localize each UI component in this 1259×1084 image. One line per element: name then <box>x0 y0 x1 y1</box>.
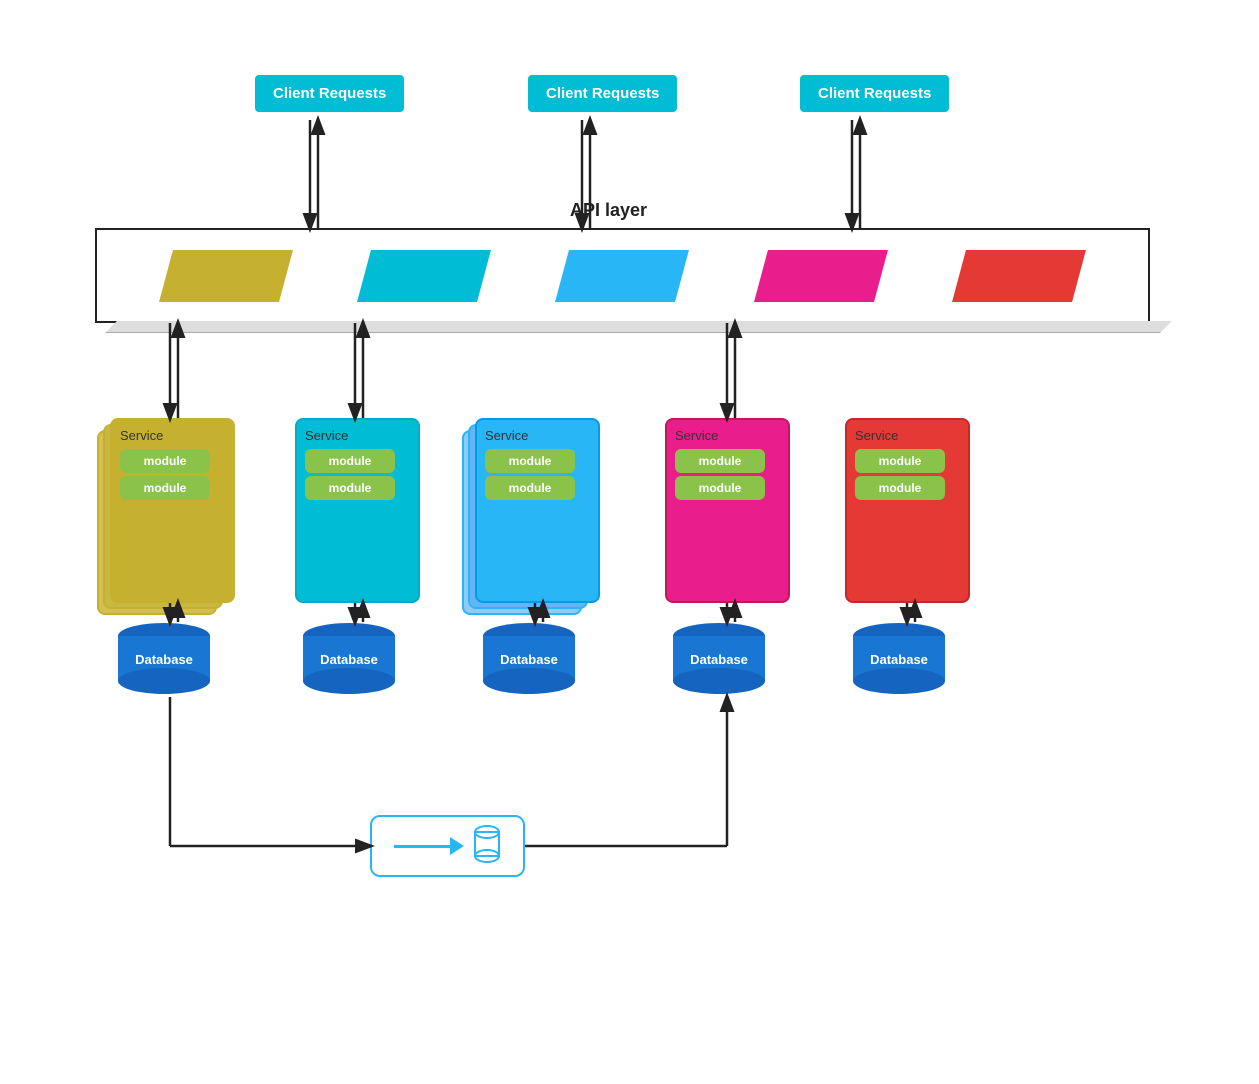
api-shape-3 <box>556 250 690 302</box>
database-3: Database <box>477 622 582 702</box>
database-4: Database <box>667 622 772 702</box>
api-layer <box>95 228 1150 323</box>
module-5a: module <box>855 449 945 473</box>
module-4b: module <box>675 476 765 500</box>
module-3b: module <box>485 476 575 500</box>
api-shape-4 <box>754 250 888 302</box>
message-arrow <box>394 835 464 857</box>
message-bus <box>370 815 525 877</box>
service-card-1: Service module module <box>110 418 235 603</box>
service-card-2: Service module module <box>295 418 420 603</box>
service-label-5: Service <box>855 428 960 443</box>
client-request-1: Client Requests <box>255 75 404 112</box>
service-card-4: Service module module <box>665 418 790 603</box>
client-request-2: Client Requests <box>528 75 677 112</box>
service-label-1: Service <box>120 428 225 443</box>
api-shape-5 <box>952 250 1086 302</box>
service-label-2: Service <box>305 428 410 443</box>
module-5b: module <box>855 476 945 500</box>
module-2a: module <box>305 449 395 473</box>
arrow-head <box>450 837 464 855</box>
arrow-line <box>394 845 450 848</box>
module-1b: module <box>120 476 210 500</box>
api-layer-label: API layer <box>570 200 647 221</box>
database-5: Database <box>847 622 952 702</box>
module-3a: module <box>485 449 575 473</box>
service-card-5: Service module module <box>845 418 970 603</box>
svg-text:Database: Database <box>870 652 928 667</box>
service-card-3: Service module module <box>475 418 600 603</box>
module-1a: module <box>120 449 210 473</box>
diagram-container: Client Requests Client Requests Client R… <box>0 0 1259 1084</box>
svg-text:Database: Database <box>690 652 748 667</box>
service-label-3: Service <box>485 428 590 443</box>
api-shape-1 <box>159 250 293 302</box>
svg-text:Database: Database <box>135 652 193 667</box>
module-2b: module <box>305 476 395 500</box>
svg-text:Database: Database <box>500 652 558 667</box>
svg-text:Database: Database <box>320 652 378 667</box>
client-request-3: Client Requests <box>800 75 949 112</box>
module-4a: module <box>675 449 765 473</box>
service-label-4: Service <box>675 428 780 443</box>
bus-cylinder <box>472 824 502 869</box>
database-1: Database <box>112 622 217 702</box>
database-2: Database <box>297 622 402 702</box>
api-shape-2 <box>357 250 491 302</box>
